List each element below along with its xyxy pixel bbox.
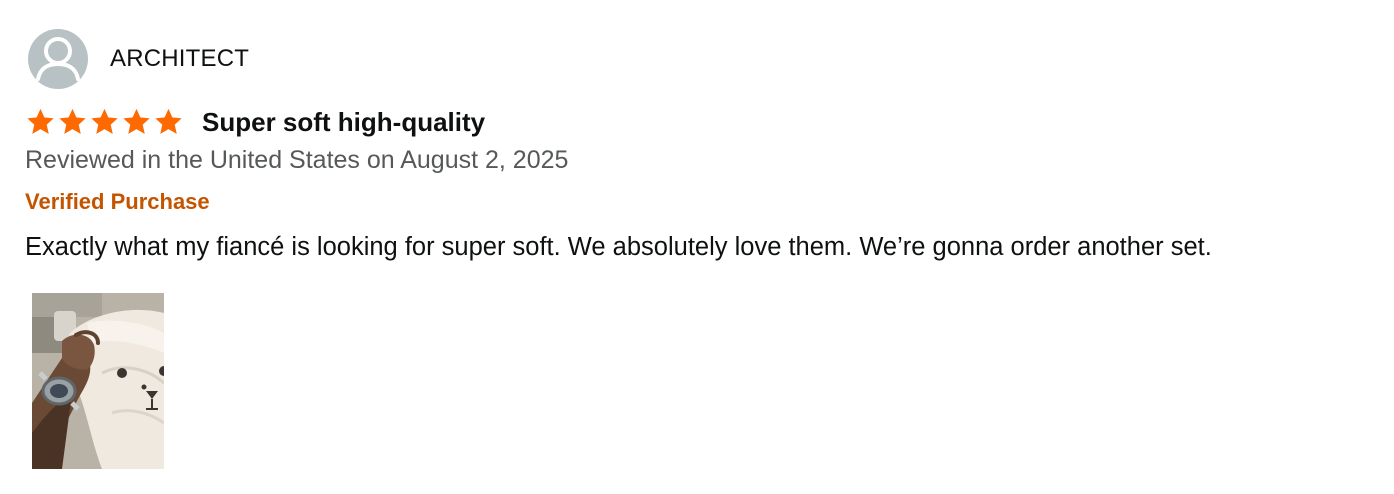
star-icon	[57, 107, 88, 137]
avatar[interactable]	[28, 29, 88, 89]
person-silhouette-icon	[36, 37, 80, 81]
verified-purchase-badge: Verified Purchase	[25, 189, 210, 214]
reviewer-name[interactable]: ARCHITECT	[110, 45, 249, 73]
review-photo-image	[32, 293, 164, 469]
reviewer-profile[interactable]: ARCHITECT	[28, 29, 249, 89]
star-icon	[121, 107, 152, 137]
review-header: Super soft high-quality	[25, 104, 485, 140]
review-date: Reviewed in the United States on August …	[25, 146, 569, 174]
star-rating[interactable]	[25, 107, 184, 137]
star-icon	[153, 107, 184, 137]
review-photo-thumbnail[interactable]	[32, 293, 164, 469]
star-icon	[89, 107, 120, 137]
customer-review: ARCHITECT Super soft high-quality Review…	[0, 0, 1394, 494]
review-text: Exactly what my fiancé is looking for su…	[25, 233, 1212, 261]
star-icon	[25, 107, 56, 137]
review-title[interactable]: Super soft high-quality	[202, 107, 485, 138]
